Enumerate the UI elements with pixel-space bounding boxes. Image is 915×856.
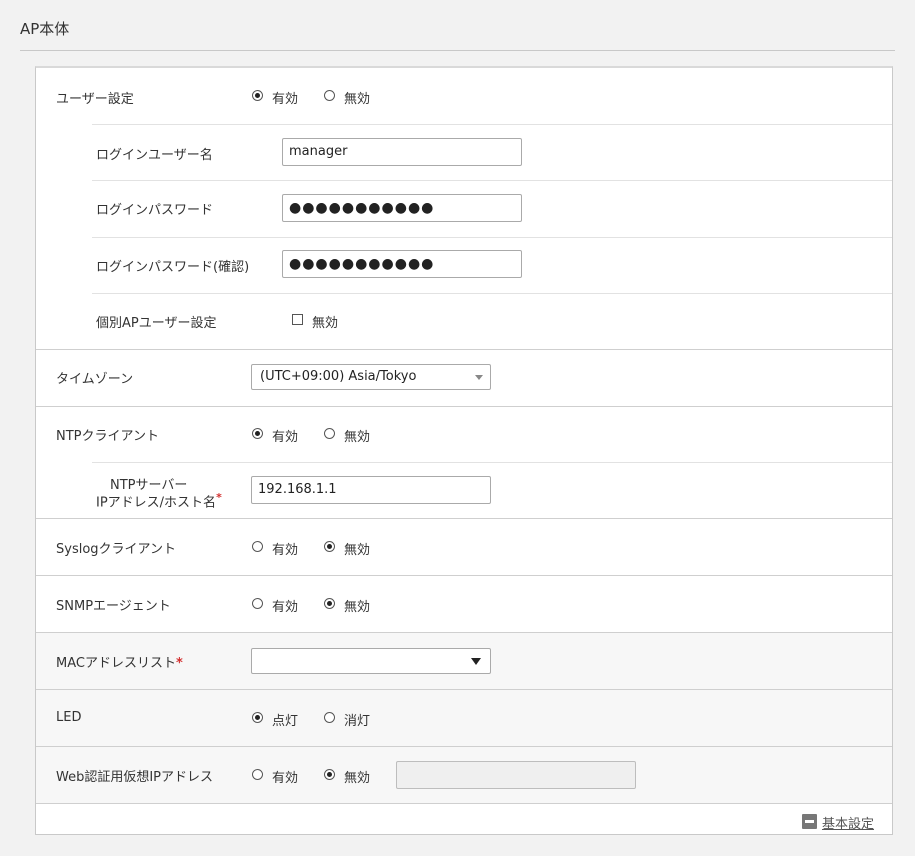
ntp-client-label: NTPクライアント bbox=[56, 429, 159, 444]
led-off-label: 消灯 bbox=[344, 714, 371, 729]
web-auth-ip-enabled-label: 有効 bbox=[272, 771, 299, 786]
basic-settings-link[interactable]: 基本設定 bbox=[822, 813, 874, 832]
divider bbox=[36, 689, 892, 690]
ntp-server-label-line2: IPアドレス/ホスト名* bbox=[96, 491, 222, 511]
ntp-client-disabled-radio[interactable] bbox=[324, 428, 335, 439]
divider bbox=[92, 462, 892, 463]
login-password-confirm-input[interactable]: ●●●●●●●●●●● bbox=[282, 250, 522, 278]
required-mark: * bbox=[175, 656, 183, 671]
ntp-client-enabled-radio[interactable] bbox=[252, 428, 263, 439]
led-off-radio[interactable] bbox=[324, 712, 335, 723]
timezone-label: タイムゾーン bbox=[56, 372, 134, 387]
web-auth-ip-label: Web認証用仮想IPアドレス bbox=[56, 770, 214, 785]
divider bbox=[92, 180, 892, 181]
ntp-server-input[interactable]: 192.168.1.1 bbox=[251, 476, 491, 504]
individual-ap-user-label: 個別APユーザー設定 bbox=[96, 316, 217, 331]
syslog-client-label: Syslogクライアント bbox=[56, 542, 177, 557]
web-auth-ip-disabled-label: 無効 bbox=[344, 771, 371, 786]
page-title: AP本体 bbox=[20, 20, 70, 38]
web-auth-ip-enabled-radio[interactable] bbox=[252, 769, 263, 780]
divider bbox=[92, 124, 892, 125]
timezone-value: (UTC+09:00) Asia/Tokyo bbox=[260, 369, 417, 384]
user-settings-label: ユーザー設定 bbox=[56, 92, 134, 107]
web-auth-ip-disabled-radio[interactable] bbox=[324, 769, 335, 780]
chevron-down-icon bbox=[471, 658, 481, 665]
individual-ap-user-checkbox[interactable] bbox=[292, 314, 303, 325]
individual-ap-user-checkbox-label: 無効 bbox=[312, 316, 339, 331]
syslog-client-enabled-label: 有効 bbox=[272, 543, 299, 558]
mac-list-select[interactable] bbox=[251, 648, 491, 674]
user-settings-enabled-radio[interactable] bbox=[252, 90, 263, 101]
required-mark: * bbox=[216, 491, 222, 504]
divider bbox=[92, 293, 892, 294]
led-label: LED bbox=[56, 710, 82, 725]
syslog-client-disabled-label: 無効 bbox=[344, 543, 371, 558]
login-password-label: ログインパスワード bbox=[96, 203, 214, 218]
login-user-input[interactable]: manager bbox=[282, 138, 522, 166]
login-password-input[interactable]: ●●●●●●●●●●● bbox=[282, 194, 522, 222]
mac-list-label: MACアドレスリスト* bbox=[56, 656, 183, 671]
divider bbox=[36, 349, 892, 350]
timezone-select[interactable]: (UTC+09:00) Asia/Tokyo bbox=[251, 364, 491, 390]
collapse-icon[interactable] bbox=[802, 814, 817, 829]
divider bbox=[36, 575, 892, 576]
chevron-down-icon bbox=[475, 375, 483, 380]
settings-panel: ユーザー設定 有効 無効 ログインユーザー名 manager ログインパスワード… bbox=[35, 66, 893, 835]
user-settings-disabled-label: 無効 bbox=[344, 92, 371, 107]
ntp-client-enabled-label: 有効 bbox=[272, 430, 299, 445]
syslog-client-disabled-radio[interactable] bbox=[324, 541, 335, 552]
login-password-confirm-label: ログインパスワード(確認) bbox=[96, 260, 250, 275]
led-on-radio[interactable] bbox=[252, 712, 263, 723]
syslog-client-enabled-radio[interactable] bbox=[252, 541, 263, 552]
divider bbox=[36, 518, 892, 519]
user-settings-disabled-radio[interactable] bbox=[324, 90, 335, 101]
web-auth-ip-input[interactable] bbox=[396, 761, 636, 789]
divider bbox=[36, 746, 892, 747]
divider bbox=[36, 803, 892, 804]
led-on-label: 点灯 bbox=[272, 714, 299, 729]
snmp-agent-label: SNMPエージェント bbox=[56, 599, 171, 614]
login-user-label: ログインユーザー名 bbox=[96, 148, 213, 163]
snmp-agent-enabled-radio[interactable] bbox=[252, 598, 263, 609]
divider bbox=[36, 406, 892, 407]
user-settings-enabled-label: 有効 bbox=[272, 92, 299, 107]
snmp-agent-enabled-label: 有効 bbox=[272, 600, 299, 615]
snmp-agent-disabled-label: 無効 bbox=[344, 600, 371, 615]
snmp-agent-disabled-radio[interactable] bbox=[324, 598, 335, 609]
title-divider bbox=[20, 50, 895, 51]
ntp-client-disabled-label: 無効 bbox=[344, 430, 371, 445]
divider bbox=[92, 237, 892, 238]
